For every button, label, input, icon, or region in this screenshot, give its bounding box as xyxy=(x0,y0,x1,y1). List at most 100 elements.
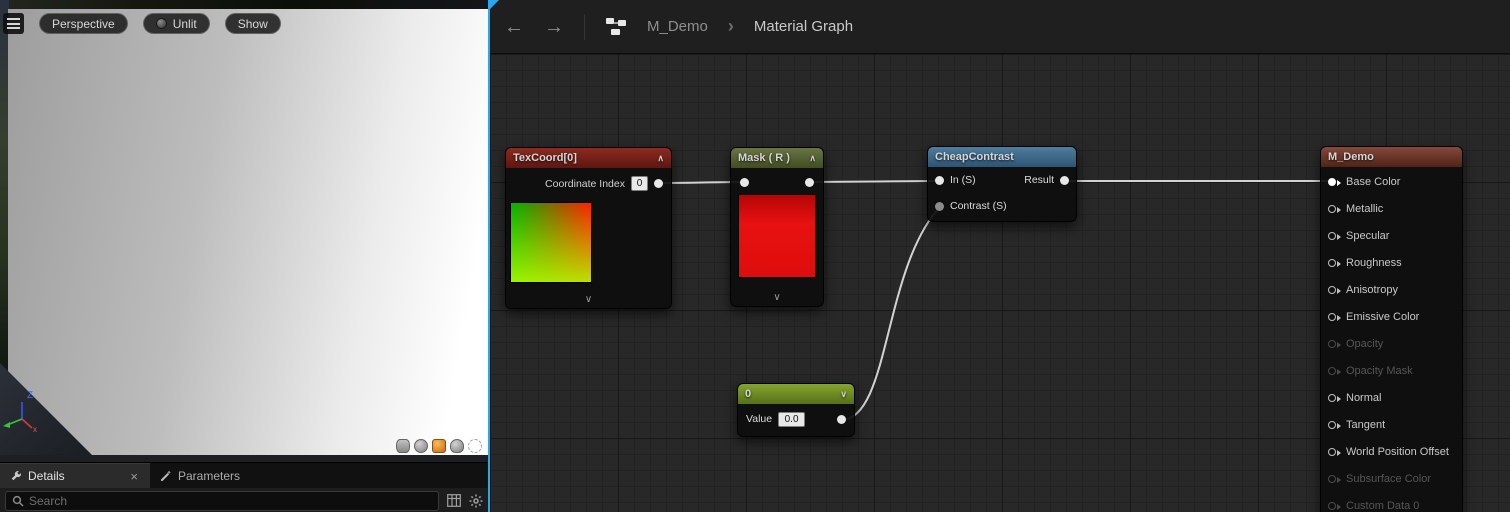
mask-output-pin[interactable] xyxy=(805,178,814,187)
metallic-pin[interactable] xyxy=(1328,204,1341,213)
breadcrumb-current-graph[interactable]: Material Graph xyxy=(754,18,853,35)
gizmo-x-label: x xyxy=(33,425,37,433)
tab-details[interactable]: Details × xyxy=(0,463,150,488)
tangent-pin[interactable] xyxy=(1328,420,1341,429)
details-panel: Details × Parameters xyxy=(0,462,488,512)
settings-gear-icon[interactable] xyxy=(469,494,483,508)
mask-input-pin[interactable] xyxy=(740,178,749,187)
graph-breadcrumb-icon xyxy=(605,17,627,37)
pin-label: Roughness xyxy=(1346,256,1402,269)
node-cheapcontrast[interactable]: CheapContrast In (S) Result Contrast (S) xyxy=(927,146,1077,222)
texcoord-uv-preview xyxy=(510,202,592,283)
node-mask[interactable]: Mask ( R ) ∧ ∨ xyxy=(730,147,824,307)
pin-label: Opacity xyxy=(1346,337,1384,350)
cylinder-shape-icon[interactable] xyxy=(396,439,410,453)
teapot-shape-icon[interactable] xyxy=(450,439,464,453)
material-node-title: M_Demo xyxy=(1328,151,1374,163)
collapse-up-icon[interactable]: ∧ xyxy=(657,153,664,164)
roughness-pin[interactable] xyxy=(1328,258,1341,267)
pin-label: Subsurface Color xyxy=(1346,472,1431,485)
details-search-row xyxy=(0,488,488,512)
wire-constant-to-contrast[interactable] xyxy=(840,206,941,421)
normal-pin[interactable] xyxy=(1328,393,1341,402)
emissive-color-pin[interactable] xyxy=(1328,312,1341,321)
breadcrumb-material-name[interactable]: M_Demo xyxy=(647,18,708,35)
pin-label: Tangent xyxy=(1346,418,1386,431)
pin-label: Metallic xyxy=(1346,202,1384,215)
close-details-tab-icon[interactable]: × xyxy=(128,470,140,483)
opacity-mask-pin xyxy=(1328,366,1341,375)
pin-label: World Position Offset xyxy=(1346,445,1449,458)
contrast-result-pin[interactable] xyxy=(1060,175,1069,185)
collapse-down-icon[interactable]: ∨ xyxy=(731,292,823,304)
preview-viewport[interactable]: Perspective Unlit Show Z x xyxy=(0,0,488,462)
pin-row-normal: Normal xyxy=(1321,384,1462,411)
details-tab-label: Details xyxy=(28,469,65,483)
cube-shape-icon-selected[interactable] xyxy=(432,439,446,453)
texcoord-node-header[interactable]: TexCoord[0] ∧ xyxy=(506,148,671,168)
pin-row-anisotropy: Anisotropy xyxy=(1321,276,1462,303)
panel-focus-marker xyxy=(490,0,499,9)
graph-toolbar: ← → M_Demo › Material Graph xyxy=(490,0,1510,54)
constant-node-title: 0 xyxy=(745,388,752,400)
preview-shape-switcher xyxy=(396,439,482,453)
back-arrow-icon[interactable]: ← xyxy=(504,17,524,37)
coordinate-index-label: Coordinate Index xyxy=(545,177,625,190)
tab-parameters[interactable]: Parameters xyxy=(150,463,250,488)
pin-row-base-color: Base Color xyxy=(1321,168,1462,195)
unlit-button[interactable]: Unlit xyxy=(142,13,210,34)
forward-arrow-icon[interactable]: → xyxy=(544,17,564,37)
coordinate-index-input[interactable] xyxy=(631,176,648,191)
world-position-offset-pin[interactable] xyxy=(1328,447,1341,456)
node-texcoord[interactable]: TexCoord[0] ∧ Coordinate Index ∨ xyxy=(505,147,672,309)
custom-data-0-pin xyxy=(1328,501,1341,510)
node-constant[interactable]: 0 ∨ Value xyxy=(737,383,855,437)
constant-value-row: Value xyxy=(738,404,854,434)
pin-row-opacity: Opacity xyxy=(1321,330,1462,357)
constant-node-header[interactable]: 0 ∨ xyxy=(738,384,854,404)
pin-label: Normal xyxy=(1346,391,1382,404)
perspective-button[interactable]: Perspective xyxy=(39,13,128,34)
collapse-down-icon[interactable]: ∨ xyxy=(506,294,671,306)
pin-label: Specular xyxy=(1346,229,1390,242)
sphere-shape-icon[interactable] xyxy=(414,439,428,453)
material-preview-mesh xyxy=(8,9,488,455)
contrast-in-label: In (S) xyxy=(950,174,976,186)
collapse-up-icon[interactable]: ∧ xyxy=(809,153,816,164)
mask-node-title: Mask ( R ) xyxy=(738,152,790,164)
search-box[interactable] xyxy=(5,490,439,511)
texcoord-output-pin[interactable] xyxy=(654,179,663,188)
details-tab-bar: Details × Parameters xyxy=(0,463,488,488)
cheapcontrast-node-header[interactable]: CheapContrast xyxy=(928,147,1076,167)
material-node-header[interactable]: M_Demo xyxy=(1321,147,1462,167)
viewport-menu-icon[interactable] xyxy=(3,13,24,34)
search-input[interactable] xyxy=(29,493,432,508)
base-color-pin[interactable] xyxy=(1328,177,1341,186)
axis-gizmo: Z x xyxy=(2,387,44,438)
custom-mesh-shape-icon[interactable] xyxy=(468,439,482,453)
specular-pin[interactable] xyxy=(1328,231,1341,240)
constant-output-pin[interactable] xyxy=(837,414,846,424)
contrast-contrast-pin[interactable] xyxy=(935,201,944,211)
contrast-in-pin[interactable] xyxy=(935,175,944,185)
anisotropy-pin[interactable] xyxy=(1328,285,1341,294)
node-material-result[interactable]: M_Demo Base Color Metallic Specular Roug… xyxy=(1320,146,1463,512)
column-view-icon[interactable] xyxy=(447,494,461,507)
mask-node-header[interactable]: Mask ( R ) ∧ xyxy=(731,148,823,168)
wire-mask-to-contrast-in[interactable] xyxy=(807,180,941,183)
show-button[interactable]: Show xyxy=(224,13,281,34)
constant-value-input[interactable] xyxy=(778,411,806,427)
contrast-row-in: In (S) Result xyxy=(928,167,1076,193)
dropdown-chevron-icon[interactable]: ∨ xyxy=(840,389,847,400)
pin-label: Emissive Color xyxy=(1346,310,1420,323)
pin-row-custom-data-0: Custom Data 0 xyxy=(1321,492,1462,512)
constant-value-label: Value xyxy=(746,413,773,425)
pin-row-tangent: Tangent xyxy=(1321,411,1462,438)
pin-label: Custom Data 0 xyxy=(1346,499,1420,512)
coordinate-index-row: Coordinate Index xyxy=(506,168,671,191)
breadcrumb-chevron-icon: › xyxy=(727,16,734,36)
gizmo-z-label: Z xyxy=(27,390,33,401)
opacity-pin xyxy=(1328,339,1341,348)
graph-canvas[interactable]: TexCoord[0] ∧ Coordinate Index ∨ Mask ( … xyxy=(490,54,1510,512)
material-graph-panel[interactable]: ← → M_Demo › Material Graph TexCoord[0] xyxy=(488,0,1510,512)
